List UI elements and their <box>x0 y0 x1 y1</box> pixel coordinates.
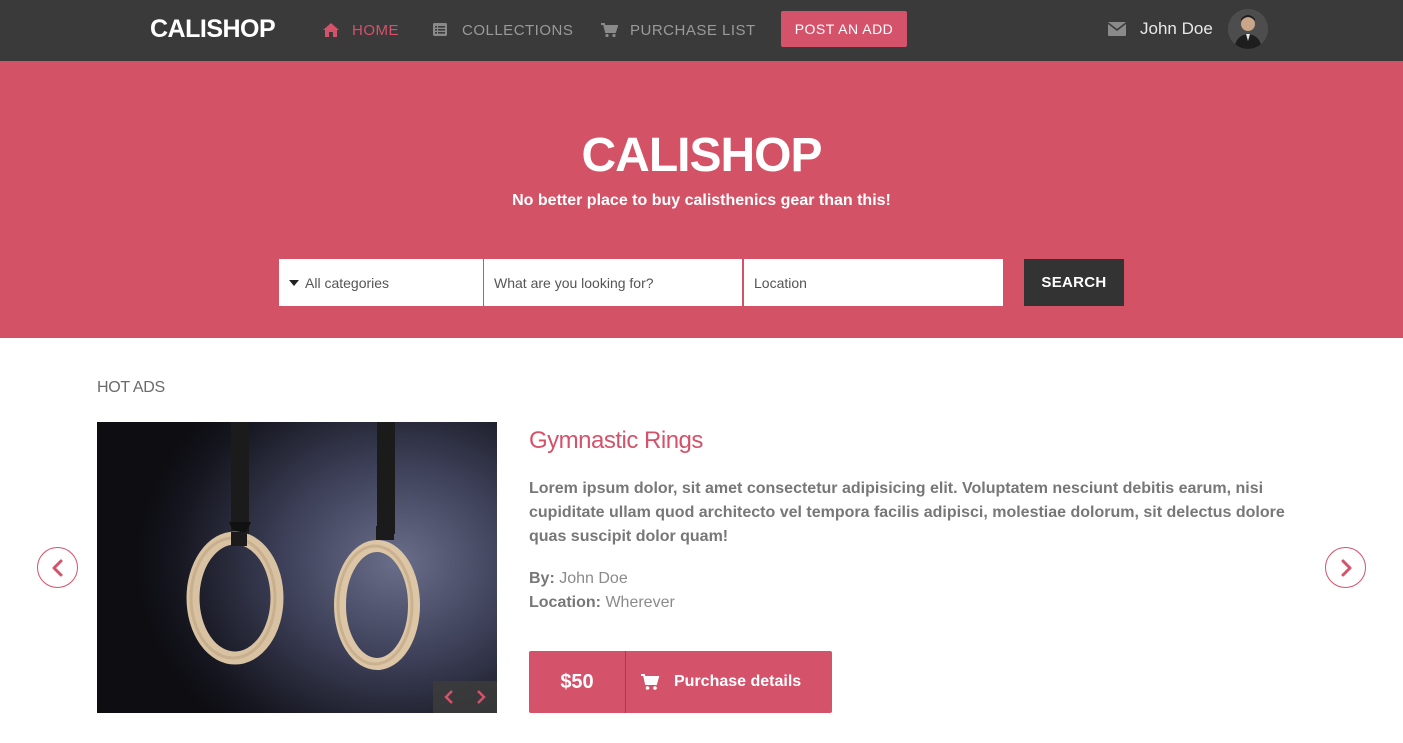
avatar-image <box>1227 9 1268 49</box>
user-name[interactable]: John Doe <box>1140 19 1213 39</box>
ad-location-label: Location: <box>529 594 601 611</box>
nav-item-home-label: HOME <box>352 21 399 39</box>
price-tag: $50 <box>529 651 626 713</box>
gymnastic-rings-photo <box>186 422 420 670</box>
caret-down-icon <box>289 279 299 286</box>
category-select-value: All categories <box>305 274 390 291</box>
image-prev-button[interactable] <box>433 681 465 713</box>
ad-image <box>97 422 497 713</box>
chevron-right-icon <box>477 690 486 704</box>
hero-subtitle: No better place to buy calisthenics gear… <box>512 192 891 209</box>
hot-ads-heading: HOT ADS <box>97 379 165 396</box>
purchase-button-group: $50 Purchase details <box>529 651 832 713</box>
nav-item-purchase-list[interactable]: PURCHASE LIST <box>600 20 756 40</box>
search-button[interactable]: SEARCH <box>1024 259 1124 306</box>
search-input[interactable]: What are you looking for? <box>484 259 742 306</box>
search-input-placeholder: What are you looking for? <box>494 274 654 291</box>
purchase-details-label: Purchase details <box>674 673 802 690</box>
ad-author-value: John Doe <box>559 570 628 587</box>
ad-title[interactable]: Gymnastic Rings <box>529 427 703 455</box>
home-icon <box>323 23 339 37</box>
category-select[interactable]: All categories <box>279 259 483 306</box>
cart-icon <box>601 23 618 38</box>
image-carousel-controls <box>433 681 497 713</box>
post-ad-button[interactable]: POST AN ADD <box>781 11 907 47</box>
list-icon <box>433 23 447 36</box>
hero-section: CALISHOP No better place to buy calisthe… <box>0 61 1403 338</box>
ad-location-value: Wherever <box>605 594 675 611</box>
chevron-left-icon <box>444 690 453 704</box>
carousel-prev-button[interactable] <box>37 547 78 588</box>
chevron-left-icon <box>52 559 62 576</box>
brand-logo[interactable]: CALISHOP <box>150 15 276 44</box>
location-input[interactable]: Location <box>744 259 1003 306</box>
image-next-button[interactable] <box>465 681 497 713</box>
nav-item-purchase-list-label: PURCHASE LIST <box>630 21 756 39</box>
nav-item-home[interactable]: HOME <box>322 20 399 40</box>
chevron-right-icon <box>1341 559 1351 576</box>
nav-item-collections-label: COLLECTIONS <box>462 21 574 39</box>
hero-title: CALISHOP <box>581 129 822 182</box>
location-input-placeholder: Location <box>754 274 807 291</box>
ad-author: By: John Doe <box>529 570 628 588</box>
purchase-details-button[interactable]: Purchase details <box>626 651 832 713</box>
user-menu[interactable]: John Doe <box>1108 8 1268 50</box>
carousel-next-button[interactable] <box>1325 547 1366 588</box>
cart-icon <box>641 674 660 690</box>
ad-author-label: By: <box>529 570 555 587</box>
envelope-icon[interactable] <box>1108 22 1126 36</box>
ad-description: Lorem ipsum dolor, sit amet consectetur … <box>529 480 1285 545</box>
ad-location: Location: Wherever <box>529 594 675 612</box>
avatar[interactable] <box>1227 9 1268 49</box>
nav-item-collections[interactable]: COLLECTIONS <box>432 20 573 40</box>
top-navbar: CALISHOP HOME COLLECTIONS PURCHASE LIST … <box>0 0 1403 61</box>
